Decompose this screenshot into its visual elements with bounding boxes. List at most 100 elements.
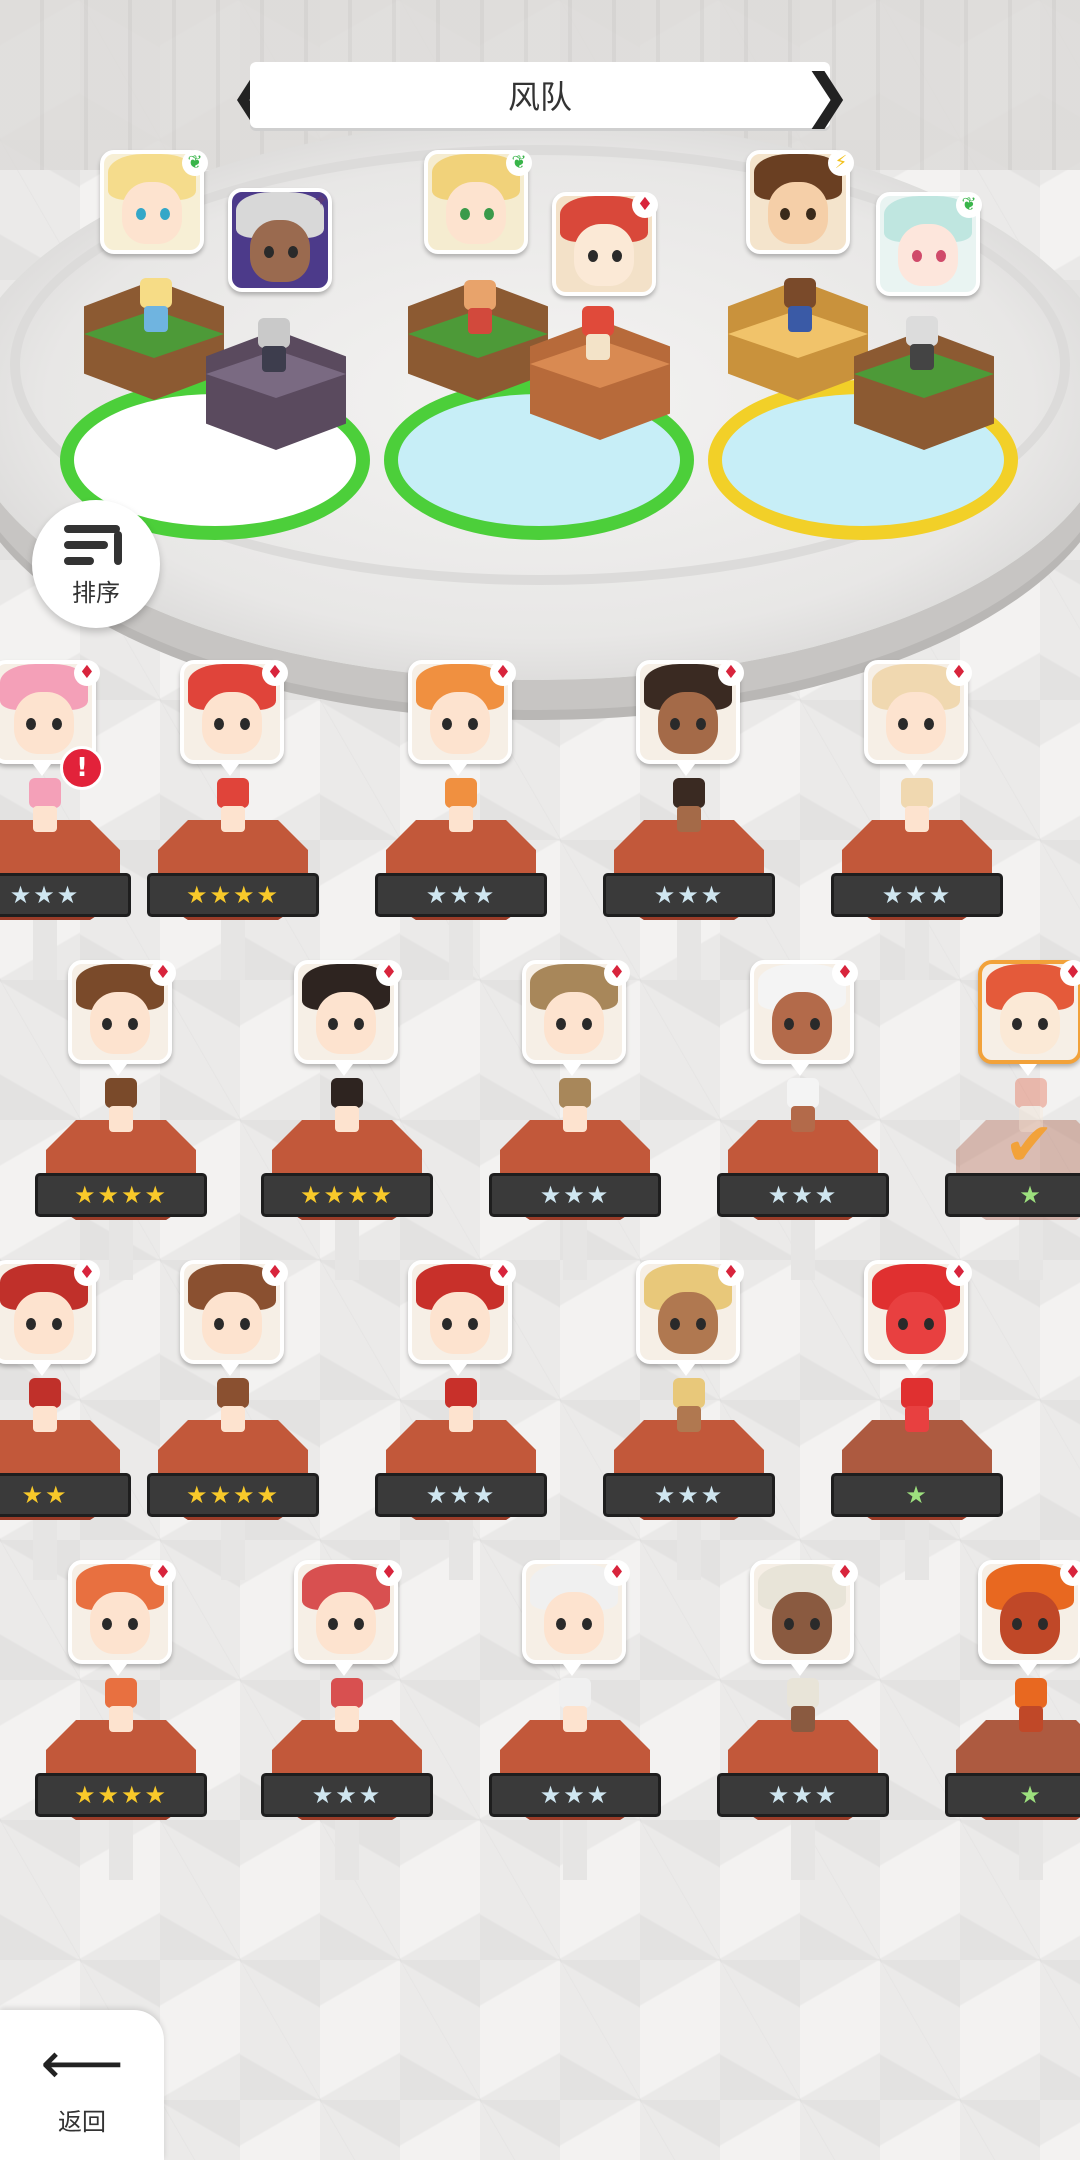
character-pedestal: ★★★ [492,1678,658,1830]
leaf-icon: ❦ [182,150,208,176]
fire-icon: ♦ [1060,1560,1080,1586]
alert-badge: ! [60,746,104,790]
fire-icon: ♦ [150,960,176,986]
sort-label: 排序 [72,578,120,607]
character-pedestal: ★★★★ [264,1078,430,1230]
team-slot-2[interactable]: ❦ ♦ [384,150,704,570]
fire-icon: ♦ [74,1260,100,1286]
portrait-pointer [791,1064,809,1076]
portrait-pointer [905,1364,923,1376]
roster-character-card[interactable]: ★★★ ♦ [718,960,888,1280]
roster-character-card[interactable]: ★★★ ♦ [490,1560,660,1880]
portrait-pointer [109,1064,127,1076]
star-rating: ★ [948,1776,1080,1814]
roster-character-card[interactable]: ★★★ ♦ [604,660,774,980]
roster-character-card[interactable]: ★★★★ ♦ [148,660,318,980]
character-sprite [211,1378,255,1438]
character-pedestal: ★★ [0,1378,128,1530]
portrait-pointer [109,1664,127,1676]
roster-character-card[interactable]: ★★★ ♦ [604,1260,774,1580]
fire-icon: ♦ [832,1560,858,1586]
fire-icon: ♦ [632,192,658,218]
portrait-pointer [33,764,51,776]
character-sprite [325,1078,369,1138]
character-sprite [1009,1678,1053,1738]
team-member-sprite [576,306,620,366]
portrait-pointer [221,764,239,776]
team-member-sprite [134,278,178,338]
roster-character-card[interactable]: ★★★ ♦ [376,1260,546,1580]
team-member-sprite [252,318,296,378]
team-member-sprite [778,278,822,338]
character-pedestal: ★★★ [492,1078,658,1230]
character-sprite [23,778,67,838]
roster-character-card[interactable]: ★ ♦ [832,1260,1002,1580]
character-pedestal: ★★★★ [38,1078,204,1230]
roster-character-card[interactable]: ★★★ ♦ [490,960,660,1280]
back-button[interactable]: ⟵ 返回 [0,2010,164,2160]
team-member-sprite [458,280,502,340]
star-rating: ★★★ [0,876,128,914]
star-rating: ★★★ [720,1776,886,1814]
sort-icon [64,521,128,569]
character-pedestal: ★★★ [264,1678,430,1830]
portrait-pointer [335,1664,353,1676]
arrow-left-icon: ⟵ [40,2028,124,2097]
character-pedestal: ★★★ [378,1378,544,1530]
roster-character-card[interactable]: ★★★ ♦ [832,660,1002,980]
star-rating: ★★★ [492,1176,658,1214]
team-slot-3[interactable]: ⚡ ❦ [708,150,1028,570]
star-rating: ★★★ [606,876,772,914]
fire-icon: ♦ [718,660,744,686]
portrait-pointer [677,764,695,776]
fire-icon: ♦ [150,1560,176,1586]
character-sprite [325,1678,369,1738]
star-rating: ★★★★ [150,1476,316,1514]
portrait-pointer [221,1364,239,1376]
star-rating: ★★★ [264,1776,430,1814]
fire-icon: ♦ [604,1560,630,1586]
sort-button[interactable]: 排序 [32,500,160,628]
portrait-pointer [677,1364,695,1376]
star-rating: ★★ [0,1476,128,1514]
star-rating: ★★★ [378,876,544,914]
character-sprite [99,1678,143,1738]
star-rating: ★★★★ [150,876,316,914]
fire-icon: ♦ [376,960,402,986]
star-rating: ★★★ [378,1476,544,1514]
fire-icon: ♦ [946,660,972,686]
character-sprite [895,778,939,838]
star-rating: ★★★★ [38,1776,204,1814]
roster-character-card[interactable]: ★★★★ ♦ [36,960,206,1280]
fire-icon: ♦ [946,1260,972,1286]
page-title: 风队 [507,78,572,116]
roster-character-card[interactable]: ★★★ ♦ [262,1560,432,1880]
roster-character-card[interactable]: ★★★ ♦ [718,1560,888,1880]
roster-character-card[interactable]: ★★ ♦ [0,1260,130,1580]
star-rating: ★★★★ [38,1176,204,1214]
star-rating: ★★★ [492,1776,658,1814]
portrait-pointer [563,1664,581,1676]
character-pedestal: ★★★ [720,1078,886,1230]
roster-character-card[interactable]: ★★★★ ♦ [36,1560,206,1880]
character-pedestal: ★★★★ [38,1678,204,1830]
roster-character-card[interactable]: ★★★ ♦! [0,660,130,980]
character-sprite [211,778,255,838]
character-pedestal: ★★★★ [150,1378,316,1530]
roster-character-card[interactable]: ★★★ ♦ [376,660,546,980]
character-sprite [895,1378,939,1438]
team-title-banner: 风队 [250,62,830,128]
roster-character-card[interactable]: ★ ♦ [946,1560,1080,1880]
roster-character-card[interactable]: ★ ♦ ✔ [946,960,1080,1280]
roster-character-card[interactable]: ★★★★ ♦ [148,1260,318,1580]
leaf-icon: ❦ [956,192,982,218]
roster-character-card[interactable]: ★★★★ ♦ [262,960,432,1280]
portrait-pointer [791,1664,809,1676]
character-pedestal: ★★★★ [150,778,316,930]
character-pedestal: ★★★ [834,778,1000,930]
portrait-pointer [563,1064,581,1076]
next-team-arrow-icon[interactable]: ❯ [803,62,852,128]
star-rating: ★★★ [834,876,1000,914]
fire-icon: ♦ [718,1260,744,1286]
team-member-sprite [900,316,944,376]
